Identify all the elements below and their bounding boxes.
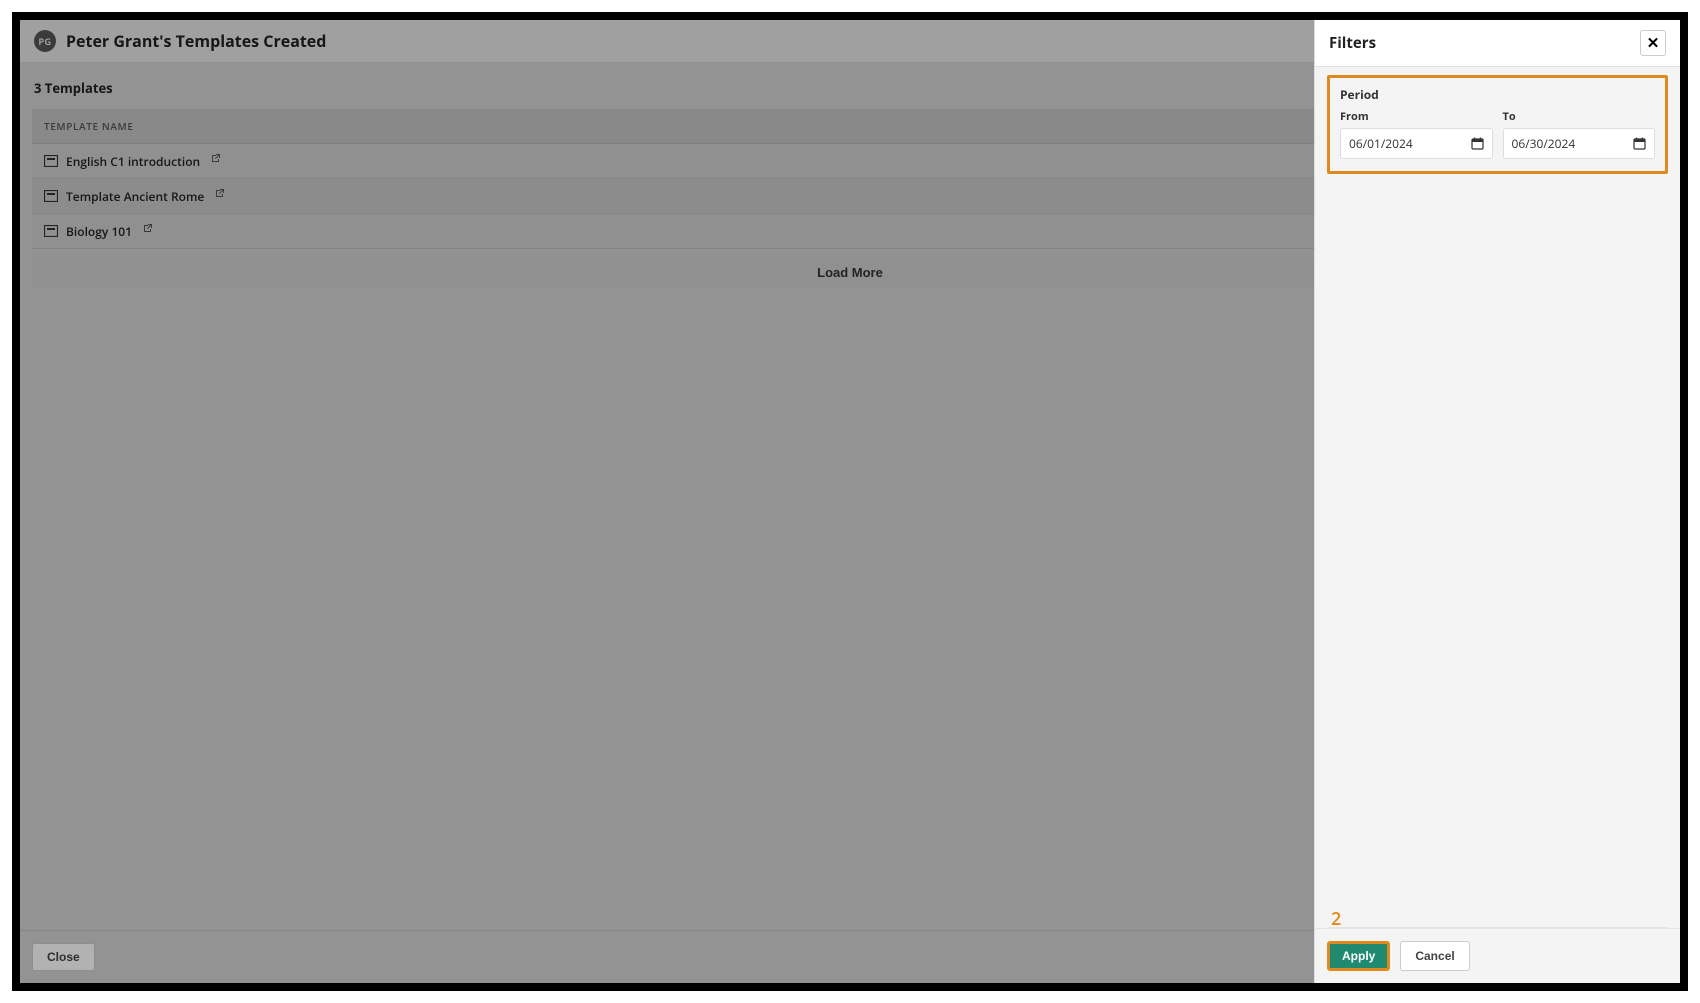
close-icon[interactable]: ✕: [1640, 30, 1666, 56]
filters-title: Filters: [1329, 33, 1376, 53]
annotation-step-2: 2: [1331, 907, 1341, 931]
cancel-button[interactable]: Cancel: [1400, 941, 1469, 971]
apply-button[interactable]: Apply: [1327, 941, 1390, 971]
from-date-value: 06/01/2024: [1349, 135, 1413, 152]
period-filter: Period From 06/01/2024: [1327, 75, 1668, 174]
page-title: Peter Grant's Templates Created: [66, 30, 326, 52]
calendar-icon: [1633, 137, 1646, 150]
open-link-icon[interactable]: [208, 152, 222, 170]
period-label: Period: [1340, 86, 1655, 103]
template-icon: [44, 225, 58, 237]
open-link-icon[interactable]: [212, 187, 226, 205]
template-icon: [44, 190, 58, 202]
to-date-value: 06/30/2024: [1512, 135, 1576, 152]
col-template-name[interactable]: TEMPLATE NAME: [32, 109, 1248, 144]
avatar: PG: [34, 30, 56, 52]
open-link-icon[interactable]: [140, 222, 154, 240]
filters-panel: Filters ✕ Period From 06/01/2024: [1314, 20, 1680, 983]
from-date-input[interactable]: 06/01/2024: [1340, 128, 1493, 159]
to-date-input[interactable]: 06/30/2024: [1503, 128, 1656, 159]
template-name: Template Ancient Rome: [66, 188, 204, 205]
to-label: To: [1503, 109, 1656, 124]
template-name: Biology 101: [66, 223, 132, 240]
calendar-icon: [1471, 137, 1484, 150]
close-button[interactable]: Close: [32, 943, 95, 971]
template-name: English C1 introduction: [66, 153, 200, 170]
from-label: From: [1340, 109, 1493, 124]
template-icon: [44, 155, 58, 167]
annotation-step-1: 1: [1684, 117, 1688, 141]
